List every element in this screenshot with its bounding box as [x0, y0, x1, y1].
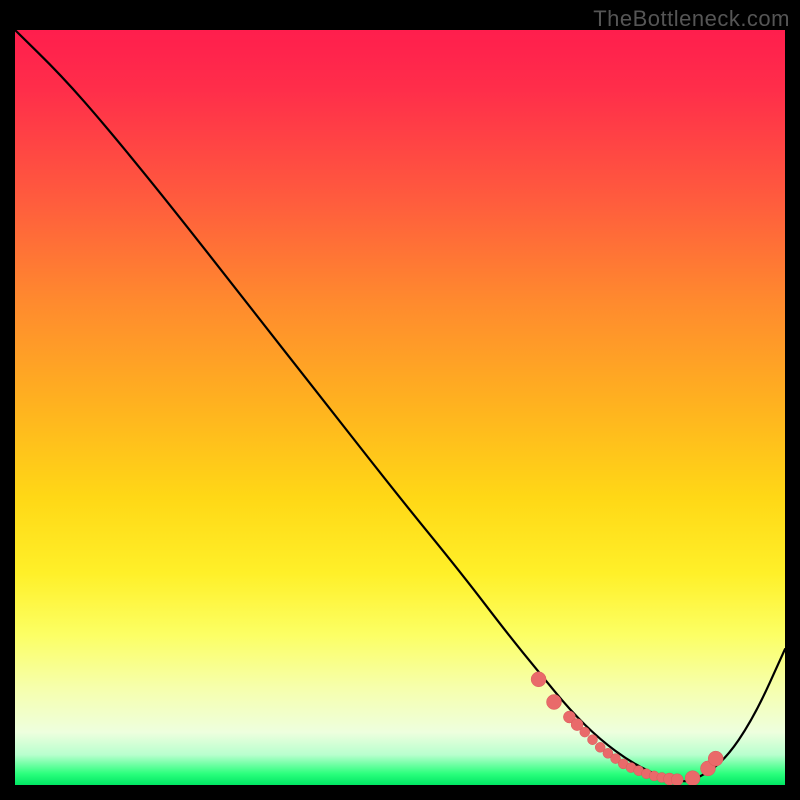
bottleneck-curve: [15, 30, 785, 781]
watermark-text: TheBottleneck.com: [593, 6, 790, 32]
optimal-dot: [588, 735, 598, 745]
chart-frame: TheBottleneck.com: [0, 0, 800, 800]
curve-overlay: [15, 30, 785, 785]
plot-area: [15, 30, 785, 785]
optimal-dot: [547, 695, 562, 710]
optimal-dots-group: [531, 672, 723, 785]
optimal-dot: [671, 774, 683, 785]
optimal-dot: [580, 727, 590, 737]
optimal-dot: [685, 771, 700, 785]
optimal-dot: [708, 751, 723, 766]
optimal-dot: [531, 672, 546, 687]
